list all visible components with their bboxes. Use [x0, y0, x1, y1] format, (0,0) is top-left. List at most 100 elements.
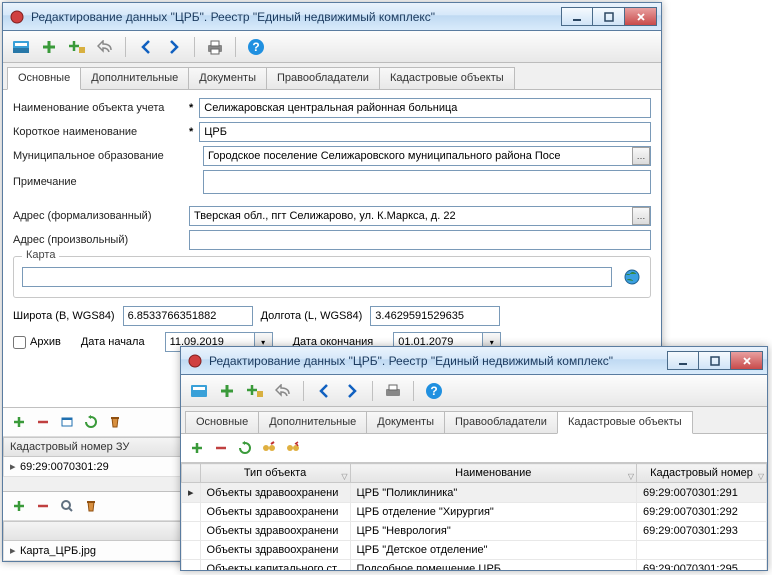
titlebar[interactable]: Редактирование данных "ЦРБ". Реестр "Еди…	[181, 347, 767, 375]
remove-icon[interactable]	[33, 496, 53, 516]
column-name[interactable]: Наименование▽	[350, 464, 636, 483]
cell-type: Объекты здравоохранени	[200, 483, 350, 503]
table-row[interactable]: Объекты капитального стПодсобное помещен…	[182, 560, 767, 571]
tab-main[interactable]: Основные	[185, 411, 259, 433]
column-type[interactable]: Тип объекта▽	[200, 464, 350, 483]
checkbox-archive-wrap[interactable]: Архив	[13, 336, 61, 349]
svg-text:?: ?	[430, 384, 437, 398]
tab-documents[interactable]: Документы	[366, 411, 445, 433]
tab-cadastral[interactable]: Кадастровые объекты	[379, 67, 515, 89]
label-name: Наименование объекта учета	[13, 102, 183, 114]
cell-name: ЦРБ отделение "Хирургия"	[350, 503, 636, 522]
tab-documents[interactable]: Документы	[188, 67, 267, 89]
next-icon[interactable]	[162, 35, 186, 59]
prev-icon[interactable]	[134, 35, 158, 59]
lookup-icon[interactable]: …	[632, 207, 650, 225]
search-icon[interactable]	[57, 496, 77, 516]
tab-owners[interactable]: Правообладатели	[266, 67, 380, 89]
column-expander[interactable]	[182, 464, 201, 483]
input-addr-formal[interactable]	[189, 206, 651, 226]
delete-icon[interactable]	[105, 412, 125, 432]
cell-type: Объекты здравоохранени	[200, 541, 350, 560]
add-copy-icon[interactable]	[65, 35, 89, 59]
expander-icon[interactable]: ▸	[10, 544, 20, 557]
unlink-icon[interactable]	[283, 438, 303, 458]
save-icon[interactable]	[9, 35, 33, 59]
cell-cad: 69:29:0070301:293	[637, 522, 767, 541]
input-lat[interactable]	[123, 306, 253, 326]
toolbar-main: ?	[3, 31, 661, 63]
input-muni[interactable]	[203, 146, 651, 166]
cell-name: Подсобное помещение ЦРБ	[350, 560, 636, 571]
row-indicator	[182, 560, 201, 571]
close-button[interactable]	[625, 7, 657, 26]
undo-icon[interactable]	[271, 379, 295, 403]
print-icon[interactable]	[203, 35, 227, 59]
link-icon[interactable]	[259, 438, 279, 458]
add-icon[interactable]	[37, 35, 61, 59]
remove-icon[interactable]	[33, 412, 53, 432]
input-short[interactable]	[199, 122, 651, 142]
tabs-main: Основные Дополнительные Документы Правоо…	[3, 63, 661, 90]
close-button[interactable]	[731, 351, 763, 370]
svg-text:?: ?	[252, 40, 259, 54]
table-row[interactable]: Объекты здравоохранениЦРБ "Детское отдел…	[182, 541, 767, 560]
refresh-icon[interactable]	[235, 438, 255, 458]
lookup-icon[interactable]: …	[632, 147, 650, 165]
titlebar[interactable]: Редактирование данных "ЦРБ". Реестр "Еди…	[3, 3, 661, 31]
maximize-button[interactable]	[699, 351, 731, 370]
input-addr-free[interactable]	[189, 230, 651, 250]
filter-icon[interactable]: ▽	[758, 472, 764, 481]
checkbox-archive[interactable]	[13, 336, 26, 349]
minimize-button[interactable]	[561, 7, 593, 26]
label-muni: Муниципальное образование	[13, 150, 183, 162]
delete-icon[interactable]	[81, 496, 101, 516]
input-map[interactable]	[22, 267, 612, 287]
input-lon[interactable]	[370, 306, 500, 326]
cell-type: Объекты здравоохранени	[200, 503, 350, 522]
label-lat: Широта (B, WGS84)	[13, 310, 115, 322]
add-icon[interactable]	[187, 438, 207, 458]
label-short: Короткое наименование	[13, 126, 183, 138]
column-cad[interactable]: Кадастровый номер▽	[637, 464, 767, 483]
print-icon[interactable]	[381, 379, 405, 403]
table-row[interactable]: Объекты здравоохранениЦРБ "Неврология"69…	[182, 522, 767, 541]
prev-icon[interactable]	[312, 379, 336, 403]
view-icon[interactable]	[57, 412, 77, 432]
filter-icon[interactable]: ▽	[628, 472, 634, 481]
table-row[interactable]: Объекты здравоохранениЦРБ отделение "Хир…	[182, 503, 767, 522]
help-icon[interactable]: ?	[244, 35, 268, 59]
save-icon[interactable]	[187, 379, 211, 403]
table-cadastral: Тип объекта▽ Наименование▽ Кадастровый н…	[181, 463, 767, 570]
tab-cadastral[interactable]: Кадастровые объекты	[557, 411, 693, 434]
group-map-title: Карта	[22, 249, 59, 261]
add-icon[interactable]	[9, 412, 29, 432]
label-addr-formal: Адрес (формализованный)	[13, 210, 183, 222]
expander-icon[interactable]: ▸	[10, 460, 20, 473]
input-name[interactable]	[199, 98, 651, 118]
cell-type: Объекты здравоохранени	[200, 522, 350, 541]
tab-additional[interactable]: Дополнительные	[258, 411, 367, 433]
group-map: Карта	[13, 256, 651, 298]
tab-owners[interactable]: Правообладатели	[444, 411, 558, 433]
add-icon[interactable]	[215, 379, 239, 403]
row-indicator	[182, 503, 201, 522]
label-date-start: Дата начала	[81, 336, 145, 348]
app-icon	[187, 353, 203, 369]
add-copy-icon[interactable]	[243, 379, 267, 403]
filter-icon[interactable]: ▽	[341, 472, 347, 481]
globe-icon[interactable]	[622, 267, 642, 287]
minimize-button[interactable]	[667, 351, 699, 370]
row-indicator	[182, 541, 201, 560]
table-row[interactable]: ▸Объекты здравоохранениЦРБ "Поликлиника"…	[182, 483, 767, 503]
add-icon[interactable]	[9, 496, 29, 516]
refresh-icon[interactable]	[81, 412, 101, 432]
input-note[interactable]	[203, 170, 651, 194]
tab-additional[interactable]: Дополнительные	[80, 67, 189, 89]
next-icon[interactable]	[340, 379, 364, 403]
remove-icon[interactable]	[211, 438, 231, 458]
help-icon[interactable]: ?	[422, 379, 446, 403]
tab-main[interactable]: Основные	[7, 67, 81, 90]
undo-icon[interactable]	[93, 35, 117, 59]
maximize-button[interactable]	[593, 7, 625, 26]
